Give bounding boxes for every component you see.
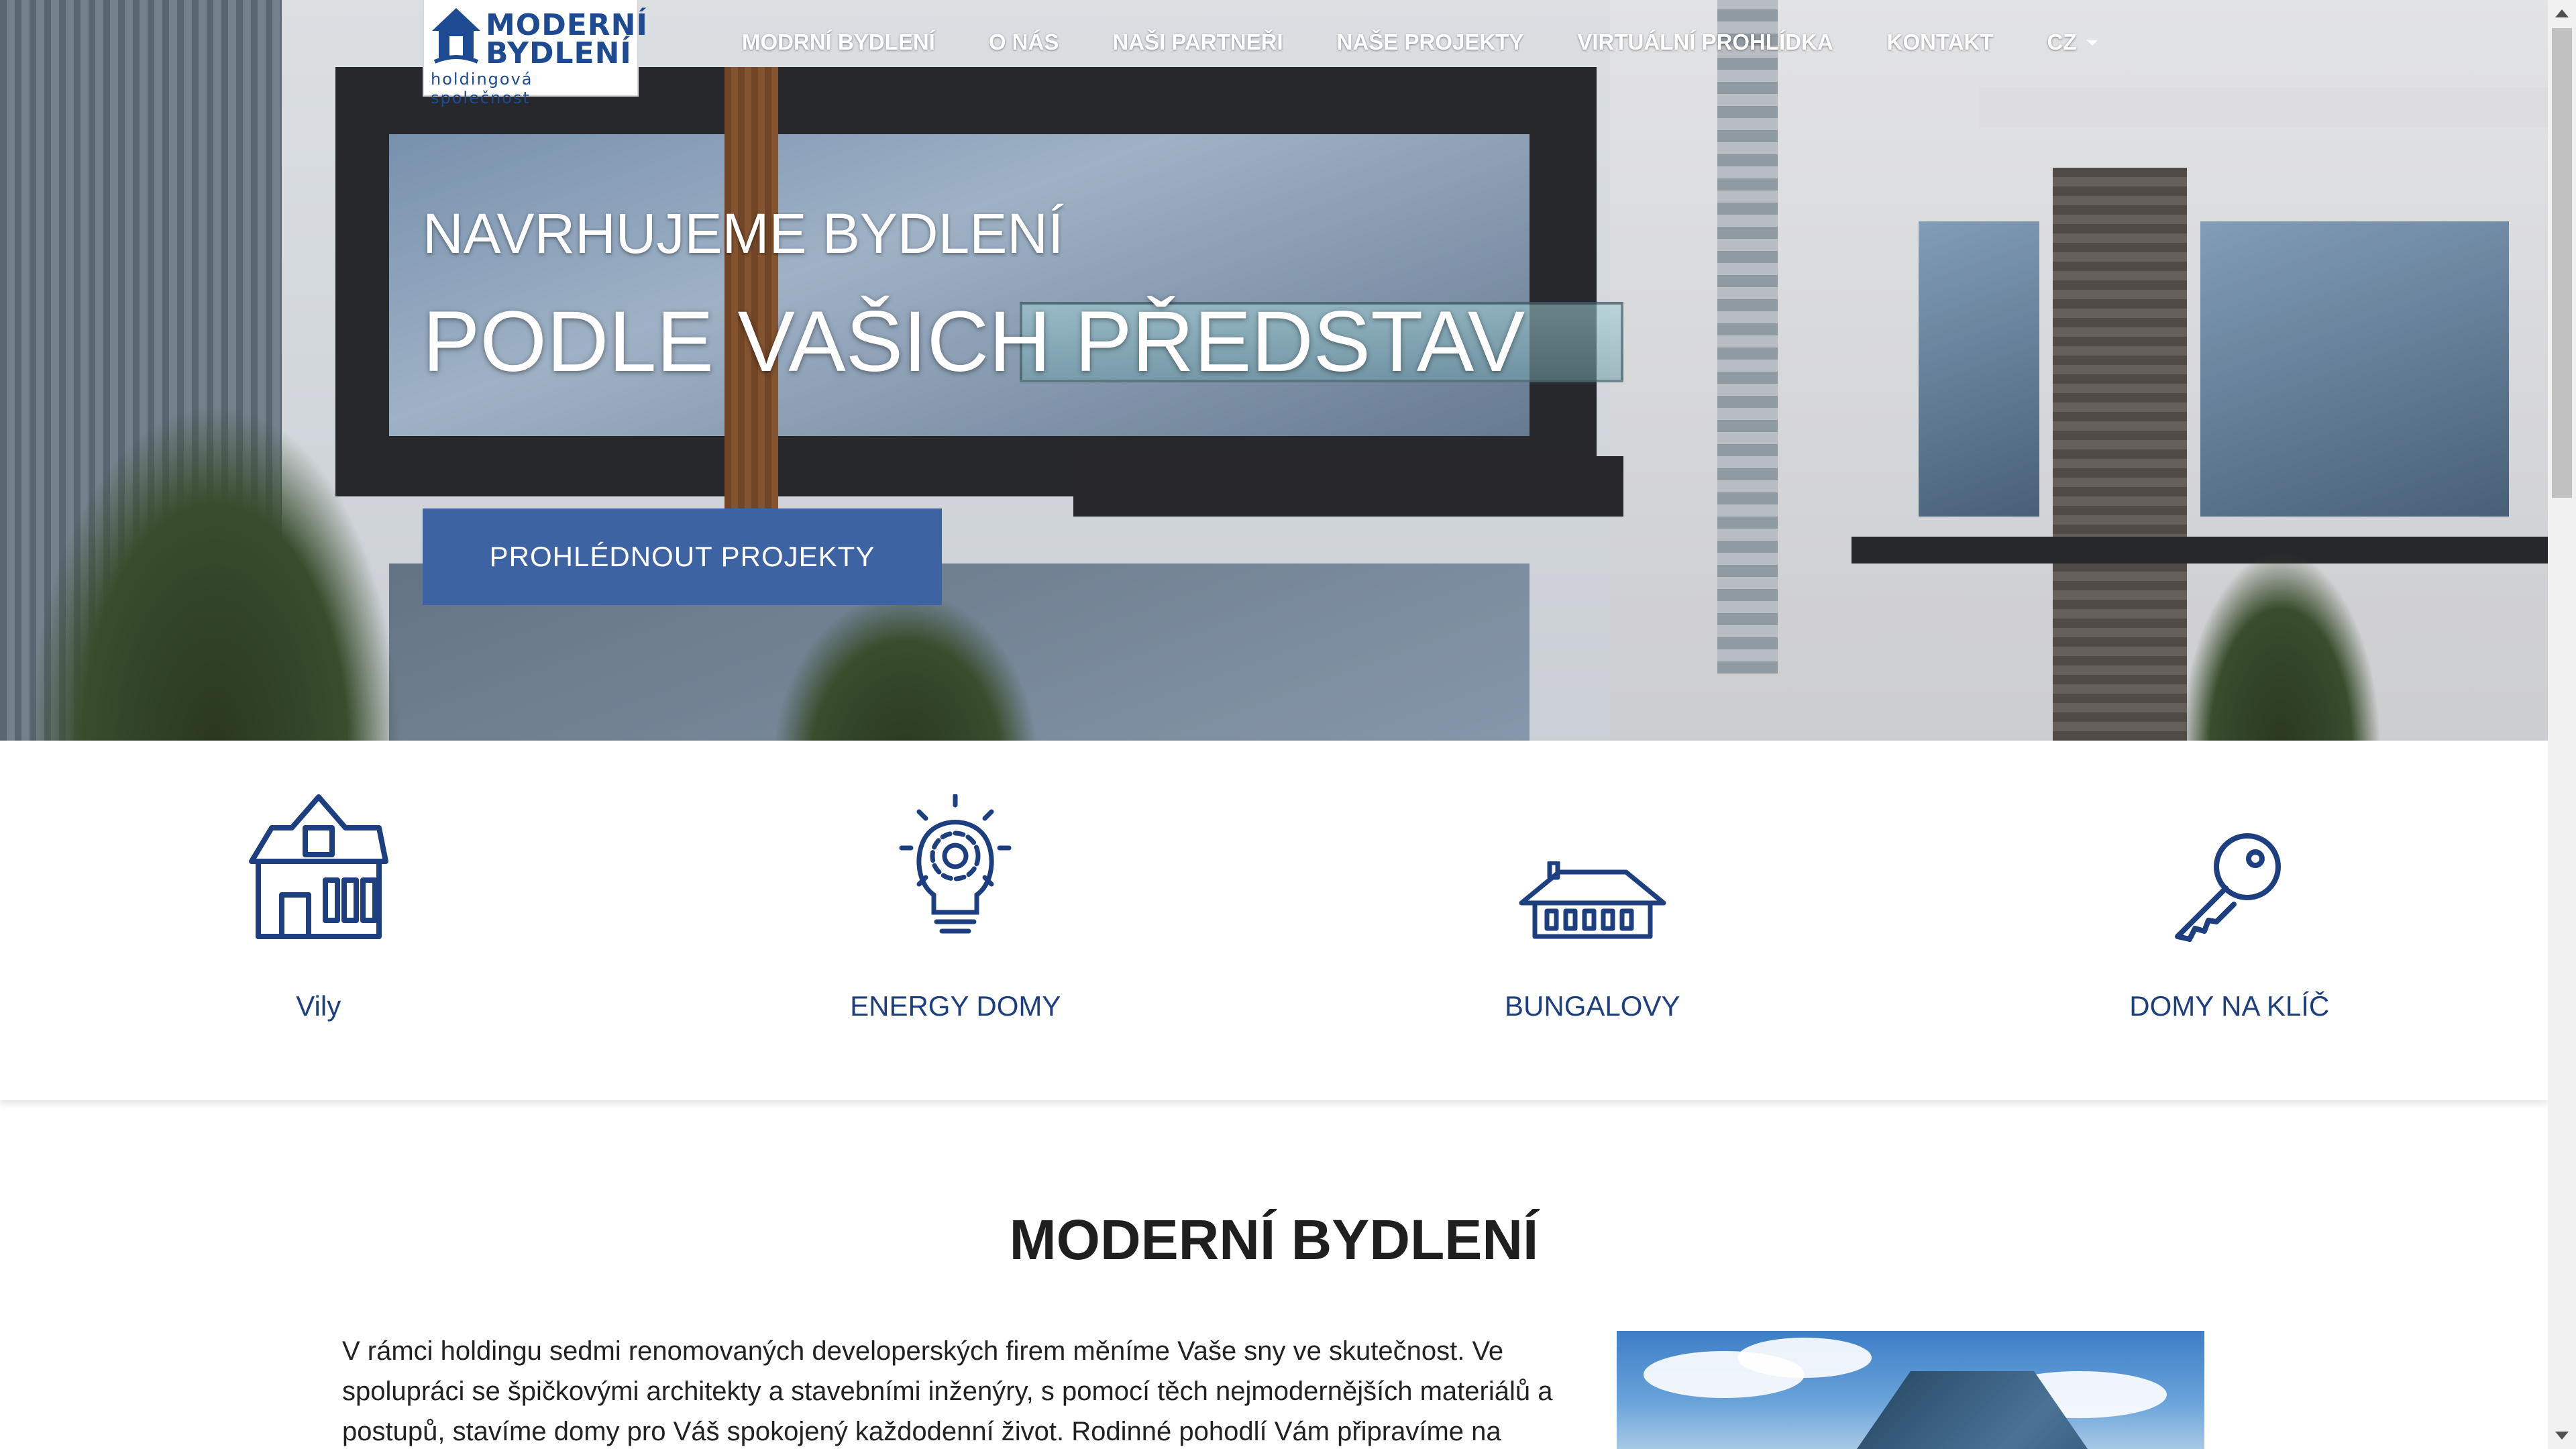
view-projects-button[interactable]: PROHLÉDNOUT PROJEKTY [423, 508, 942, 605]
scroll-down-arrow-icon[interactable] [2555, 1432, 2569, 1440]
lightbulb-gear-icon [899, 794, 1012, 934]
logo-tagline: holdingová společnost [431, 70, 533, 107]
feature-domy-na-klic[interactable]: DOMY NA KLÍČ [1911, 741, 2548, 1100]
key-icon [2175, 833, 2282, 942]
nav-item-o-nas[interactable]: O NÁS [989, 30, 1059, 55]
nav-item-virtualni-prohlidka[interactable]: VIRTUÁLNÍ PROHLÍDKA [1577, 30, 1833, 55]
site-logo[interactable]: MODERNÍ BYDLENÍ holdingová společnost [423, 0, 647, 107]
hero-title: PODLE VAŠICH PŘEDSTAV [423, 294, 1525, 390]
nav-item-moderni-bydleni[interactable]: MODRNÍ BYDLENÍ [742, 30, 935, 55]
feature-label: Vily [296, 990, 341, 1022]
features-strip: Vily ENERGY DOMY BUNGALOVY DOMY NA KLÍČ [0, 741, 2548, 1100]
bungalow-icon [1519, 861, 1666, 939]
hero-subtitle: NAVRHUJEME BYDLENÍ [423, 202, 1064, 265]
logo-text-line2: BYDLENÍ [486, 36, 632, 70]
main-nav: MODRNÍ BYDLENÍ O NÁS NAŠI PARTNEŘI NAŠE … [742, 30, 2152, 55]
logo-house-icon [432, 8, 480, 64]
feature-label: ENERGY DOMY [850, 990, 1061, 1022]
caret-down-icon [2086, 39, 2098, 46]
about-text: V rámci holdingu sedmi renomovaných deve… [342, 1336, 1553, 1446]
feature-label: DOMY NA KLÍČ [2129, 990, 2330, 1022]
feature-bungalovy[interactable]: BUNGALOVY [1274, 741, 1911, 1100]
feature-energy-domy[interactable]: ENERGY DOMY [637, 741, 1275, 1100]
about-title: MODERNÍ BYDLENÍ [1009, 1208, 1539, 1271]
about-image [1617, 1331, 2204, 1449]
nav-item-nasi-partneri[interactable]: NAŠI PARTNEŘI [1112, 30, 1283, 55]
feature-label: BUNGALOVY [1505, 990, 1680, 1022]
scrollbar-thumb[interactable] [2552, 28, 2572, 498]
page-scrollbar[interactable] [2548, 0, 2576, 1449]
nav-item-kontakt[interactable]: KONTAKT [1887, 30, 1994, 55]
language-dropdown[interactable]: CZ [2047, 30, 2098, 55]
image-cloud [1737, 1338, 1872, 1378]
nav-item-nase-projekty[interactable]: NAŠE PROJEKTY [1337, 30, 1524, 55]
language-label: CZ [2047, 30, 2077, 54]
house-icon [248, 794, 388, 939]
feature-vily[interactable]: Vily [0, 741, 637, 1100]
scroll-up-arrow-icon[interactable] [2555, 9, 2569, 17]
